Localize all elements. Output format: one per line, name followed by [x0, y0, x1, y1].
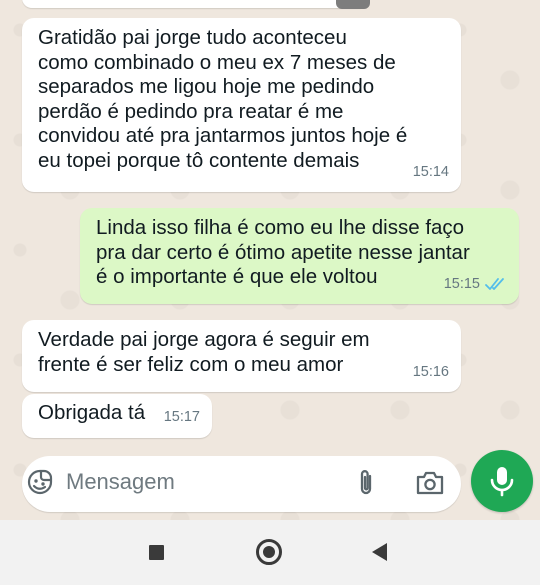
paperclip-icon[interactable]	[355, 468, 377, 498]
message-time: 15:14	[412, 163, 449, 180]
scroll-indicator[interactable]	[336, 0, 370, 9]
message-meta: 15:15	[444, 272, 507, 297]
previous-message-fragment	[22, 0, 368, 8]
chat-area[interactable]: Gratidão pai jorge tudo aconteceu como c…	[0, 0, 540, 520]
message-composer: Mensagem	[22, 456, 461, 512]
message-bubble-incoming[interactable]: Obrigada tá 15:17	[22, 394, 212, 438]
message-bubble-outgoing[interactable]: Linda isso filha é como eu lhe disse faç…	[80, 208, 519, 304]
message-text: Verdade pai jorge agora é seguir em fren…	[38, 328, 370, 376]
message-input[interactable]: Mensagem	[66, 469, 175, 495]
message-time: 15:17	[163, 408, 200, 425]
camera-icon[interactable]	[415, 470, 445, 496]
recents-square-icon[interactable]	[149, 545, 164, 560]
sticker-emoji-icon[interactable]	[26, 468, 54, 496]
voice-message-button[interactable]	[471, 450, 533, 512]
message-text: Gratidão pai jorge tudo aconteceu como c…	[38, 26, 408, 172]
back-triangle-icon[interactable]	[372, 543, 387, 561]
message-meta: 15:16	[413, 360, 449, 385]
microphone-icon	[490, 467, 514, 497]
message-meta: 15:17	[164, 405, 200, 430]
system-navigation-bar	[0, 520, 540, 585]
double-check-read-icon	[485, 277, 504, 290]
message-time: 15:15	[443, 275, 480, 292]
message-time: 15:16	[412, 363, 449, 380]
message-bubble-incoming[interactable]: Verdade pai jorge agora é seguir em fren…	[22, 320, 461, 392]
message-meta: 15:14	[413, 160, 449, 185]
message-bubble-incoming[interactable]: Gratidão pai jorge tudo aconteceu como c…	[22, 18, 461, 192]
home-circle-icon[interactable]	[256, 539, 282, 565]
